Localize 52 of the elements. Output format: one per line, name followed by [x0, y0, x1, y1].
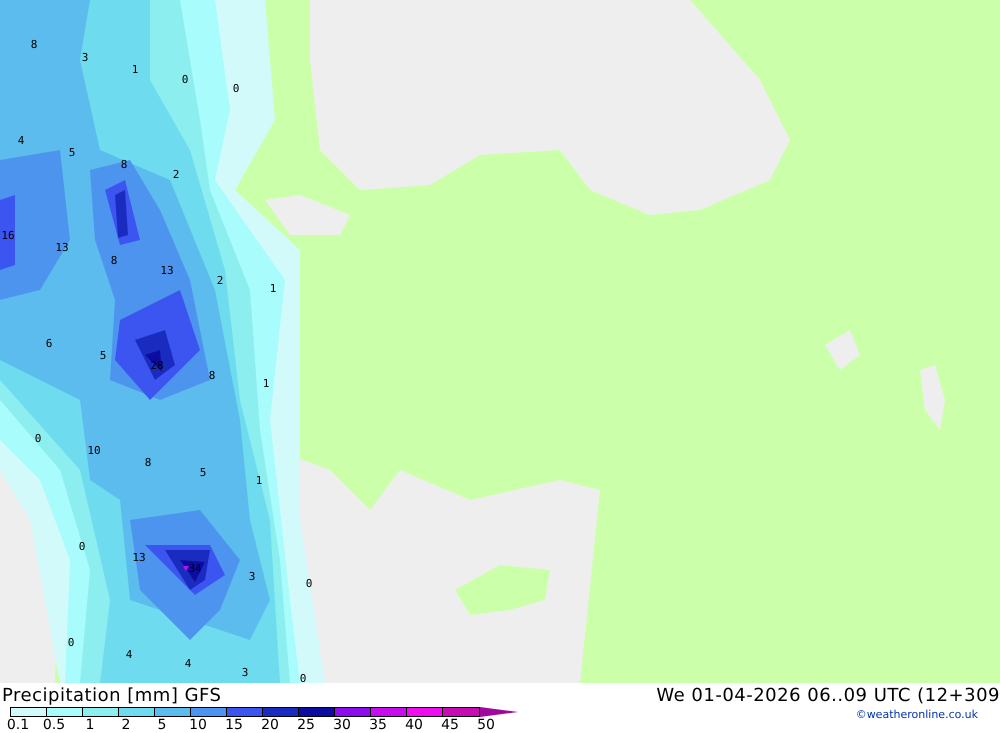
scale-label: 0.5 [42, 717, 66, 733]
value-label: 0 [78, 540, 86, 553]
value-label: 13 [132, 551, 146, 564]
value-label: 2 [216, 274, 224, 287]
value-label: 0 [182, 73, 188, 86]
value-label: 3 [248, 570, 256, 583]
value-label: 1 [256, 474, 262, 487]
value-label: 8 [110, 254, 118, 267]
value-label: 4 [126, 648, 132, 661]
scale-label: 2 [120, 717, 132, 733]
value-label: 8 [208, 369, 216, 382]
credit-link[interactable]: ©weatheronline.co.uk [856, 708, 1000, 720]
scale-label: 50 [476, 717, 496, 733]
scale-label: 1 [84, 717, 96, 733]
valid-time: We 01-04-2026 06..09 UTC (12+309 [656, 684, 1000, 706]
value-label: 4 [18, 134, 24, 147]
value-label: 6 [46, 337, 52, 350]
map-title: Precipitation [mm] GFS [1, 684, 222, 706]
value-label: 28 [150, 359, 164, 372]
value-label: 5 [68, 146, 76, 159]
value-label: 0 [300, 672, 306, 683]
value-label: 34 [188, 562, 202, 575]
value-label: 16 [1, 229, 15, 242]
scale-label: 20 [260, 717, 280, 733]
value-label: 5 [100, 349, 106, 362]
scale-label: 40 [404, 717, 424, 733]
scale-label: 45 [440, 717, 460, 733]
value-label: 4 [184, 657, 192, 670]
value-label: 3 [82, 51, 88, 64]
value-label: 13 [55, 241, 69, 254]
value-label: 1 [270, 282, 276, 295]
scale-label: 35 [368, 717, 388, 733]
scale-label: 25 [296, 717, 316, 733]
value-label: 8 [120, 158, 128, 171]
scale-label: 10 [188, 717, 208, 733]
value-label: 8 [144, 456, 152, 469]
value-label: 13 [160, 264, 174, 277]
value-label: 3 [242, 666, 248, 679]
scale-label: 30 [332, 717, 352, 733]
value-label: 10 [87, 444, 101, 457]
scale-label: 0.1 [6, 717, 30, 733]
value-label: 8 [30, 38, 38, 51]
value-label: 0 [232, 82, 240, 95]
value-label: 0 [34, 432, 42, 445]
value-label: 0 [306, 577, 312, 590]
value-label: 1 [132, 63, 138, 76]
value-label: 1 [262, 377, 270, 390]
value-label: 0 [68, 636, 74, 649]
scale-label: 15 [224, 717, 244, 733]
value-label: 5 [200, 466, 206, 479]
scale-label: 5 [156, 717, 168, 733]
value-label: 2 [172, 168, 180, 181]
